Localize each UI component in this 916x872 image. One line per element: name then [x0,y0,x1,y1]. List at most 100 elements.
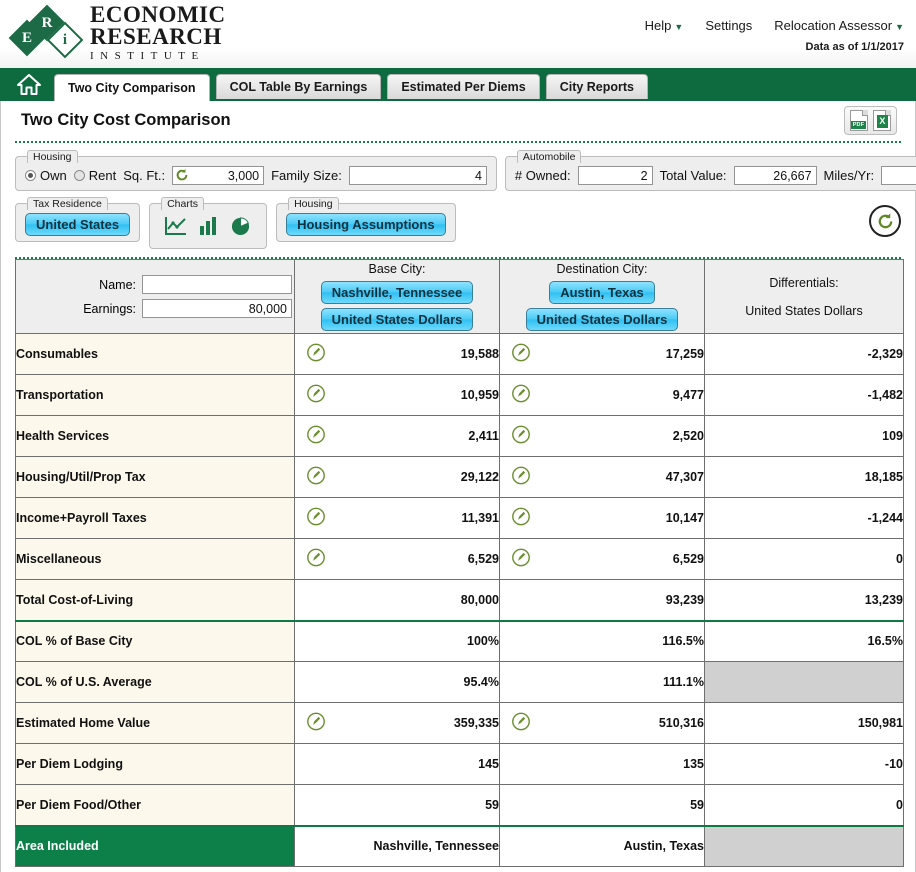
housing-assumptions-button[interactable]: Housing Assumptions [286,213,446,236]
tab-estimated-per-diems[interactable]: Estimated Per Diems [387,74,540,99]
cell-value: 59 [485,797,499,812]
base-value-cell[interactable]: 19,588 [294,333,500,375]
edit-value-icon[interactable] [511,384,531,407]
destination-value-cell[interactable]: 2,520 [499,415,705,457]
differential-value-cell: 0 [704,538,904,580]
destination-value-cell[interactable]: 510,316 [499,702,705,744]
refresh-button[interactable] [869,205,901,237]
tax-residence-button[interactable]: United States [25,213,131,236]
tab-two-city-comparison[interactable]: Two City Comparison [54,74,210,101]
base-value-cell[interactable]: 29,122 [294,456,500,498]
housing-own-radio[interactable]: Own [25,168,67,183]
cell-value: 150,981 [857,716,903,730]
base-currency-button[interactable]: United States Dollars [320,308,474,331]
tab-label: COL Table By Earnings [229,80,368,94]
base-value-cell[interactable]: 359,335 [294,702,500,744]
owned-input[interactable] [577,166,653,185]
table-row: Miscellaneous 6,529 6,529 0 [15,538,904,580]
base-value-cell[interactable]: 11,391 [294,497,500,539]
eri-logo[interactable]: E R i ECONOMIC RESEARCH INSTITUTE [8,2,226,62]
tab-label: Two City Comparison [68,81,196,95]
destination-value-cell[interactable]: 10,147 [499,497,705,539]
cell-value: 116.5% [662,634,704,649]
tab-city-reports[interactable]: City Reports [545,74,649,99]
nav-item-settings[interactable]: Settings [705,18,752,33]
table-row: Total Cost-of-Living 80,000 93,239 13,239 [15,579,904,621]
cell-value: 6,529 [672,552,704,566]
miles-input[interactable] [881,166,916,185]
base-value-cell[interactable]: 10,959 [294,374,500,416]
row-label: Health Services [15,415,295,457]
edit-value-icon[interactable] [306,425,326,448]
chevron-down-icon: ▼ [895,22,904,32]
dest-currency-button[interactable]: United States Dollars [525,308,679,331]
row-label: COL % of U.S. Average [15,661,295,703]
automobile-fieldset-legend: Automobile [516,150,582,163]
home-button[interactable] [10,69,48,100]
pie-chart-icon[interactable] [230,215,251,241]
refresh-icon [878,212,892,228]
radio-rent-indicator [73,170,85,181]
cell-value: 10,147 [665,511,704,525]
miles-label: Miles/Yr: [823,168,875,183]
table-row-area-included: Area Included Nashville, Tennessee Austin,… [15,824,904,867]
row-label: Miscellaneous [15,538,295,580]
cell-value: 9,477 [672,388,704,402]
logo-line-economic: ECONOMIC [90,2,226,27]
edit-value-icon[interactable] [511,507,531,530]
row-label: Per Diem Lodging [15,743,295,785]
total-value-input[interactable] [733,166,817,185]
edit-value-icon[interactable] [306,548,326,571]
bar-chart-icon[interactable] [199,216,218,241]
edit-value-icon[interactable] [306,466,326,489]
radio-own-indicator [25,170,36,181]
row-label: Income+Payroll Taxes [15,497,295,539]
edit-value-icon[interactable] [306,507,326,530]
edit-value-icon[interactable] [306,343,326,366]
edit-value-icon[interactable] [511,425,531,448]
page-title-row: Two City Cost Comparison PDF X [1,101,915,141]
edit-value-icon[interactable] [306,384,326,407]
inputs-row-2: Tax Residence United States Charts Housi… [15,197,901,249]
tax-residence-fieldset: Tax Residence United States [15,197,141,242]
base-value-cell[interactable]: 2,411 [294,415,500,457]
base-value-cell: 59 [294,784,500,826]
destination-value-cell[interactable]: 17,259 [499,333,705,375]
housing-fieldset-legend: Housing [27,150,78,163]
export-excel-icon[interactable]: X [873,110,891,131]
cell-value: 16.5% [867,634,903,649]
tab-col-table-by-earnings[interactable]: COL Table By Earnings [215,74,382,99]
edit-value-icon[interactable] [511,712,531,735]
edit-value-icon[interactable] [511,343,531,366]
differential-value-cell: -1,244 [704,497,904,539]
destination-value-cell[interactable]: 47,307 [499,456,705,498]
edit-value-icon[interactable] [511,466,531,489]
nav-item-help[interactable]: Help ▼ [645,18,684,33]
housing-rent-label: Rent [88,168,117,183]
row-label: Area Included [15,824,295,867]
earnings-input[interactable] [142,299,292,318]
comparison-table-body: Consumables 19,588 17,259 -2,329 Transportat… [15,333,904,867]
differential-value-cell: 109 [704,415,904,457]
earnings-field-row: Earnings: [83,299,292,318]
base-value-cell[interactable]: 6,529 [294,538,500,580]
edit-value-icon[interactable] [306,712,326,735]
home-icon [17,74,41,95]
base-value-cell: 100% [294,619,500,662]
cell-value: -1,482 [867,388,903,402]
line-chart-icon[interactable] [165,216,187,241]
dest-city-button[interactable]: Austin, Texas [549,281,655,304]
family-size-input[interactable] [348,166,487,185]
name-input[interactable] [142,275,292,294]
base-city-label: Base City: [368,262,426,276]
base-city-button[interactable]: Nashville, Tennessee [320,281,474,304]
export-pdf-icon[interactable]: PDF [850,110,868,131]
nav-item-relocation-assessor[interactable]: Relocation Assessor ▼ [774,18,904,33]
destination-value-cell[interactable]: 9,477 [499,374,705,416]
cell-value: 0 [896,797,903,812]
comparison-table: Name: Earnings: Base City: [15,259,904,867]
sqft-input[interactable] [172,166,265,185]
housing-rent-radio[interactable]: Rent [73,168,117,183]
destination-value-cell[interactable]: 6,529 [499,538,705,580]
edit-value-icon[interactable] [511,548,531,571]
